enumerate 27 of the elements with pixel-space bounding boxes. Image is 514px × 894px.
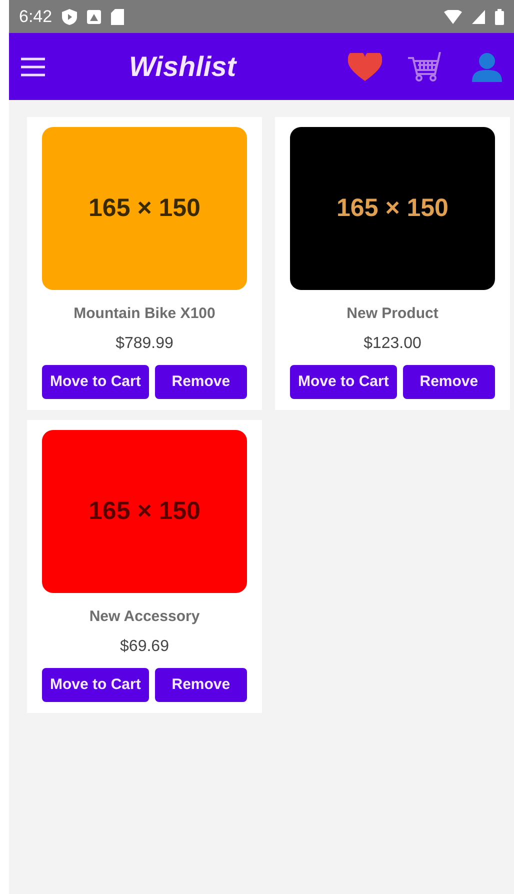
product-price: $123.00	[364, 334, 422, 354]
product-name: New Accessory	[89, 607, 200, 627]
cart-icon[interactable]	[408, 52, 442, 82]
wifi-icon	[444, 10, 462, 24]
status-time: 6:42	[19, 6, 52, 28]
sd-card-icon	[111, 8, 124, 24]
image-size-label: 165 × 150	[336, 192, 448, 224]
move-to-cart-button[interactable]: Move to Cart	[42, 668, 149, 702]
shield-icon	[62, 8, 78, 24]
product-price: $789.99	[116, 334, 174, 354]
menu-icon[interactable]	[21, 56, 45, 76]
remove-button[interactable]: Remove	[402, 364, 495, 399]
battery-icon	[495, 8, 504, 24]
image-size-label: 165 × 150	[88, 496, 200, 527]
product-name: Mountain Bike X100	[74, 304, 216, 324]
product-name: New Product	[346, 304, 438, 324]
heart-icon[interactable]	[348, 52, 382, 80]
signal-icon	[472, 10, 485, 24]
move-to-cart-button[interactable]: Move to Cart	[42, 364, 149, 399]
remove-button[interactable]: Remove	[154, 668, 247, 702]
remove-button[interactable]: Remove	[154, 364, 247, 399]
move-to-cart-button[interactable]: Move to Cart	[290, 364, 397, 399]
app-title: Wishlist	[129, 50, 236, 84]
image-size-label: 165 × 150	[88, 192, 200, 224]
product-price: $69.69	[120, 636, 169, 656]
image-icon	[87, 10, 102, 24]
user-icon[interactable]	[472, 52, 502, 82]
